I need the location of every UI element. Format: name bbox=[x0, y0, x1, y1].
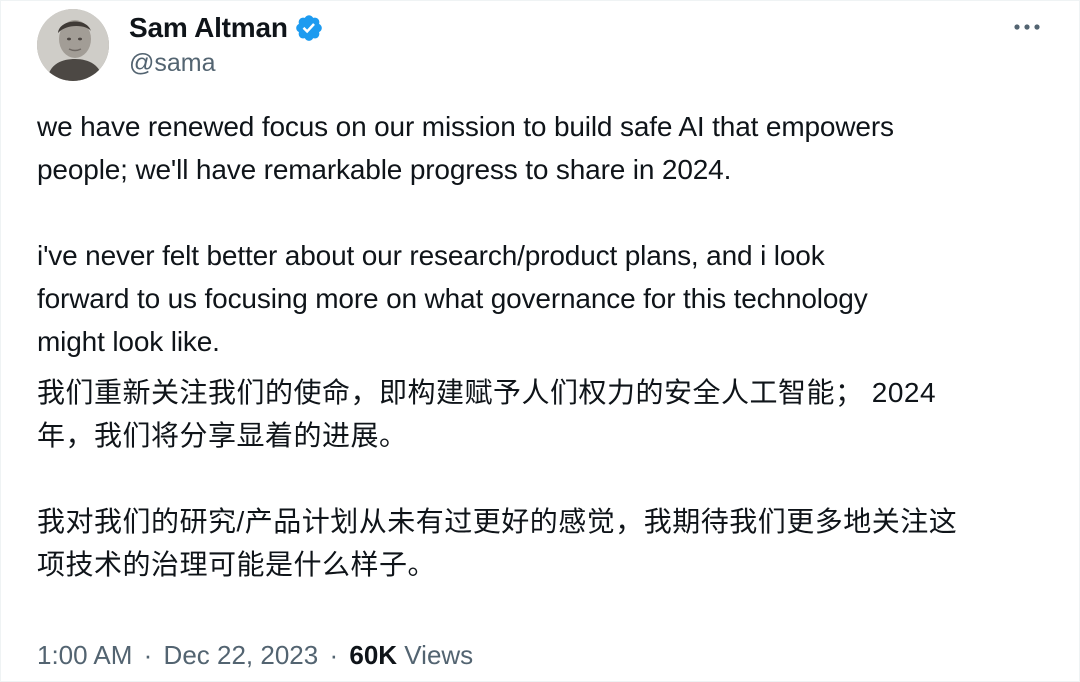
tweet-meta: 1:00 AM · Dec 22, 2023 · 60K Views bbox=[37, 635, 473, 675]
views-label: Views bbox=[404, 640, 474, 670]
views-count: 60K bbox=[349, 640, 398, 670]
tweet-card: Sam Altman @sama we have renewed focus o… bbox=[0, 0, 1080, 682]
author-avatar[interactable] bbox=[37, 9, 109, 81]
tweet-paragraph-chinese-1: 我们重新关注我们的使命，即构建赋予人们权力的安全人工智能； 2024 年，我们将… bbox=[37, 377, 937, 451]
more-options-button[interactable] bbox=[1007, 9, 1047, 45]
name-row: Sam Altman bbox=[129, 12, 324, 44]
tweet-header: Sam Altman @sama bbox=[37, 9, 1061, 81]
tweet-date[interactable]: Dec 22, 2023 bbox=[164, 640, 319, 670]
author-display-name[interactable]: Sam Altman bbox=[129, 12, 288, 44]
tweet-paragraph-english-1: we have renewed focus on our mission to … bbox=[37, 111, 894, 185]
avatar-photo-icon bbox=[37, 9, 109, 81]
meta-separator: · bbox=[143, 640, 153, 670]
tweet-paragraph-chinese-2: 我对我们的研究/产品计划从未有过更好的感觉，我期待我们更多地关注这 项技术的治理… bbox=[37, 506, 958, 580]
meta-separator: · bbox=[329, 640, 339, 670]
author-handle[interactable]: @sama bbox=[129, 47, 324, 79]
tweet-time[interactable]: 1:00 AM bbox=[37, 640, 132, 670]
tweet-text: we have renewed focus on our mission to … bbox=[37, 105, 1037, 586]
tweet-paragraph-english-2: i've never felt better about our researc… bbox=[37, 240, 868, 357]
author-identity: Sam Altman @sama bbox=[129, 12, 324, 79]
verified-badge-icon[interactable] bbox=[294, 13, 324, 43]
more-horizontal-icon bbox=[1014, 24, 1040, 30]
